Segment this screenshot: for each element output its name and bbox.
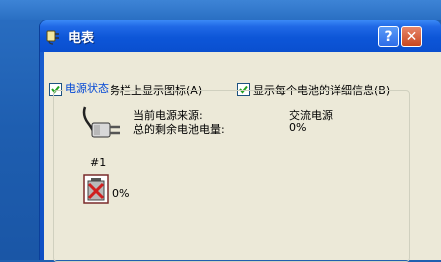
help-button[interactable]: ? bbox=[378, 26, 399, 47]
power-status-group-title: 电源状态 bbox=[63, 80, 111, 96]
title-bar[interactable]: 电表 ? ✕ bbox=[40, 20, 441, 52]
desktop-background-left bbox=[0, 0, 42, 260]
battery-empty-icon bbox=[83, 174, 109, 208]
window-title: 电表 bbox=[68, 31, 95, 46]
close-button[interactable]: ✕ bbox=[401, 26, 422, 47]
battery-charge-percent: 0% bbox=[112, 187, 130, 200]
ac-plug-icon bbox=[80, 105, 126, 149]
battery-name: #1 bbox=[90, 156, 107, 169]
desktop-background-top bbox=[0, 0, 441, 20]
remaining-charge-value: 0% bbox=[289, 121, 307, 134]
help-icon: ? bbox=[384, 28, 393, 45]
remaining-charge-label: 总的剩余电池电量: bbox=[133, 123, 225, 136]
close-icon: ✕ bbox=[405, 28, 418, 45]
power-plug-icon bbox=[45, 27, 63, 45]
